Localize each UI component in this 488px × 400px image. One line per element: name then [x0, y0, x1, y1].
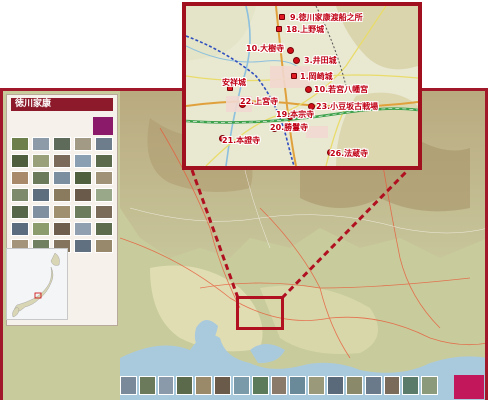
japan-outline	[12, 252, 60, 318]
photo-thumbnail[interactable]	[11, 171, 29, 185]
photo-thumbnail[interactable]	[95, 188, 113, 202]
strip-photo-thumbnail[interactable]	[345, 376, 363, 395]
label-site-1: 1.岡崎城	[300, 72, 333, 81]
strip-photo-thumbnail[interactable]	[383, 376, 401, 395]
photo-thumbnail[interactable]	[95, 239, 113, 253]
photo-thumbnail[interactable]	[11, 154, 29, 168]
panel-title: 徳川家康	[11, 98, 113, 111]
strip-photo-thumbnail[interactable]	[251, 376, 269, 395]
photo-thumbnail[interactable]	[53, 171, 71, 185]
photo-grid	[11, 137, 113, 253]
photo-thumbnail[interactable]	[74, 137, 92, 151]
bottom-badge	[454, 375, 484, 399]
label-site-9: 9.徳川家康渡船之所	[290, 13, 363, 22]
pin-site-10b[interactable]	[287, 47, 294, 54]
pin-site-1[interactable]	[291, 73, 297, 79]
pin-site-23[interactable]	[308, 103, 315, 110]
strip-photo-thumbnail[interactable]	[421, 376, 439, 395]
photo-thumbnail[interactable]	[11, 205, 29, 219]
bottom-photo-strip	[120, 376, 439, 396]
photo-thumbnail[interactable]	[74, 154, 92, 168]
photo-thumbnail[interactable]	[32, 222, 50, 236]
pin-site-18[interactable]	[276, 26, 282, 32]
strip-photo-thumbnail[interactable]	[327, 376, 344, 395]
photo-thumbnail[interactable]	[11, 137, 29, 151]
strip-photo-thumbnail[interactable]	[157, 376, 175, 395]
label-site-10b: 10.大樹寺	[246, 44, 285, 53]
strip-photo-thumbnail[interactable]	[308, 376, 326, 395]
zoomed-callout-map[interactable]: 9.徳川家康渡船之所 18.上野城 10.大樹寺 3.井田城 1.岡崎城 安祥城…	[182, 2, 422, 170]
photo-thumbnail[interactable]	[74, 239, 92, 253]
photo-thumbnail[interactable]	[95, 222, 113, 236]
photo-thumbnail[interactable]	[74, 188, 92, 202]
photo-thumbnail[interactable]	[11, 222, 29, 236]
photo-thumbnail[interactable]	[74, 222, 92, 236]
photo-thumbnail[interactable]	[32, 171, 50, 185]
pin-site-10[interactable]	[305, 86, 312, 93]
photo-thumbnail[interactable]	[53, 137, 71, 151]
photo-thumbnail[interactable]	[32, 154, 50, 168]
photo-thumbnail[interactable]	[53, 205, 71, 219]
label-site-22: 22.上宮寺	[240, 97, 279, 106]
photo-thumbnail[interactable]	[95, 171, 113, 185]
panel-badge	[93, 117, 113, 135]
strip-photo-thumbnail[interactable]	[364, 376, 382, 395]
photo-thumbnail[interactable]	[53, 222, 71, 236]
label-site-21: 21.本證寺	[222, 136, 261, 145]
label-site-3: 3.井田城	[304, 56, 337, 65]
photo-thumbnail[interactable]	[95, 205, 113, 219]
strip-photo-thumbnail[interactable]	[402, 376, 420, 395]
zoom-area-marker	[236, 296, 284, 330]
photo-thumbnail[interactable]	[53, 154, 71, 168]
strip-photo-thumbnail[interactable]	[232, 376, 250, 395]
strip-photo-thumbnail[interactable]	[176, 376, 194, 395]
strip-photo-thumbnail[interactable]	[195, 376, 213, 395]
strip-photo-thumbnail[interactable]	[270, 376, 288, 395]
photo-thumbnail[interactable]	[95, 154, 113, 168]
photo-thumbnail[interactable]	[32, 137, 50, 151]
strip-photo-thumbnail[interactable]	[214, 376, 231, 395]
photo-thumbnail[interactable]	[11, 188, 29, 202]
japan-inset-map	[6, 248, 68, 320]
label-site-anjo: 安祥城	[222, 78, 246, 87]
strip-photo-thumbnail[interactable]	[138, 376, 156, 395]
label-site-20: 20.勝鬘寺	[270, 123, 309, 132]
photo-thumbnail[interactable]	[74, 205, 92, 219]
label-site-23: 23.小豆坂古戦場	[316, 102, 379, 111]
pin-site-3[interactable]	[293, 57, 300, 64]
label-site-10: 10.若宮八幡宮	[314, 85, 369, 94]
pin-site-9[interactable]	[279, 14, 285, 20]
label-site-18: 18.上野城	[286, 25, 325, 34]
label-site-26: 26.法蔵寺	[330, 149, 369, 158]
strip-photo-thumbnail[interactable]	[120, 376, 137, 395]
photo-thumbnail[interactable]	[53, 188, 71, 202]
photo-thumbnail[interactable]	[32, 188, 50, 202]
photo-thumbnail[interactable]	[32, 205, 50, 219]
photo-thumbnail[interactable]	[74, 171, 92, 185]
strip-photo-thumbnail[interactable]	[289, 376, 307, 395]
photo-thumbnail[interactable]	[95, 137, 113, 151]
label-site-19: 19.本宗寺	[276, 110, 315, 119]
